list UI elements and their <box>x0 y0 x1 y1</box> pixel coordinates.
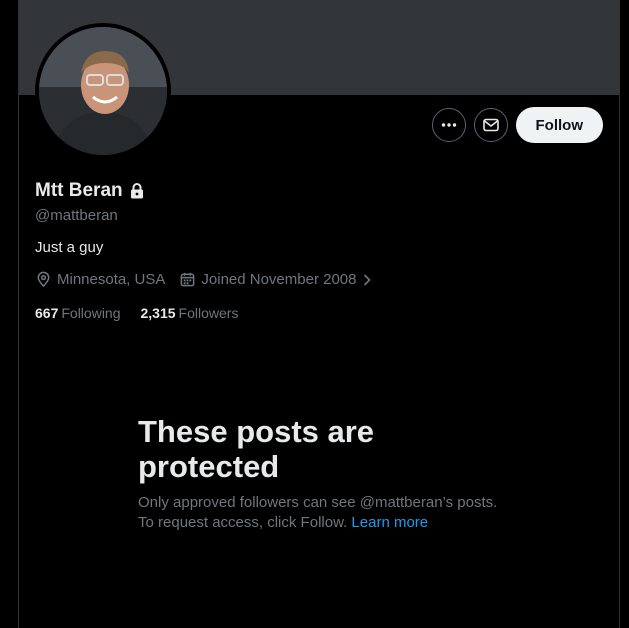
location-text: Minnesota, USA <box>57 271 166 288</box>
profile-meta: Minnesota, USA Joined November 2008 <box>35 271 386 288</box>
protected-posts-notice: These posts are protected Only approved … <box>138 414 498 533</box>
following-label: Following <box>61 305 121 321</box>
chevron-right-icon <box>363 273 371 286</box>
followers-link[interactable]: 2,315 Followers <box>141 305 239 321</box>
location-pin-icon <box>37 271 50 288</box>
following-link[interactable]: 667 Following <box>35 305 121 321</box>
profile-bio: Just a guy <box>35 239 104 256</box>
follow-button[interactable]: Follow <box>515 107 603 143</box>
profile-stats: 667 Following 2,315 Followers <box>35 305 238 321</box>
profile-handle: @mattberan <box>35 207 118 224</box>
followers-label: Followers <box>178 305 239 321</box>
calendar-icon <box>180 272 195 287</box>
location-item: Minnesota, USA <box>35 271 165 288</box>
profile-avatar[interactable] <box>35 23 171 159</box>
followers-count: 2,315 <box>140 305 176 321</box>
profile-name-row: Mtt Beran <box>35 180 145 202</box>
joined-text: Joined November 2008 <box>201 271 357 288</box>
profile-actions: Follow <box>431 107 603 143</box>
joined-item[interactable]: Joined November 2008 <box>179 271 371 288</box>
lock-icon <box>130 183 143 199</box>
profile-column: Follow Mtt Beran @mattberan Just a guy M… <box>18 0 620 628</box>
more-icon <box>441 123 456 127</box>
more-button[interactable] <box>431 108 466 142</box>
protected-text: Only approved followers can see @mattber… <box>138 494 498 531</box>
following-count: 667 <box>35 305 59 321</box>
learn-more-link[interactable]: Learn more <box>351 514 428 531</box>
display-name: Mtt Beran <box>35 180 123 201</box>
avatar-photo <box>39 27 167 155</box>
envelope-icon <box>482 118 499 132</box>
protected-title: These posts are protected <box>138 414 375 484</box>
message-button[interactable] <box>473 108 508 142</box>
protected-description: Only approved followers can see @mattber… <box>138 493 498 533</box>
